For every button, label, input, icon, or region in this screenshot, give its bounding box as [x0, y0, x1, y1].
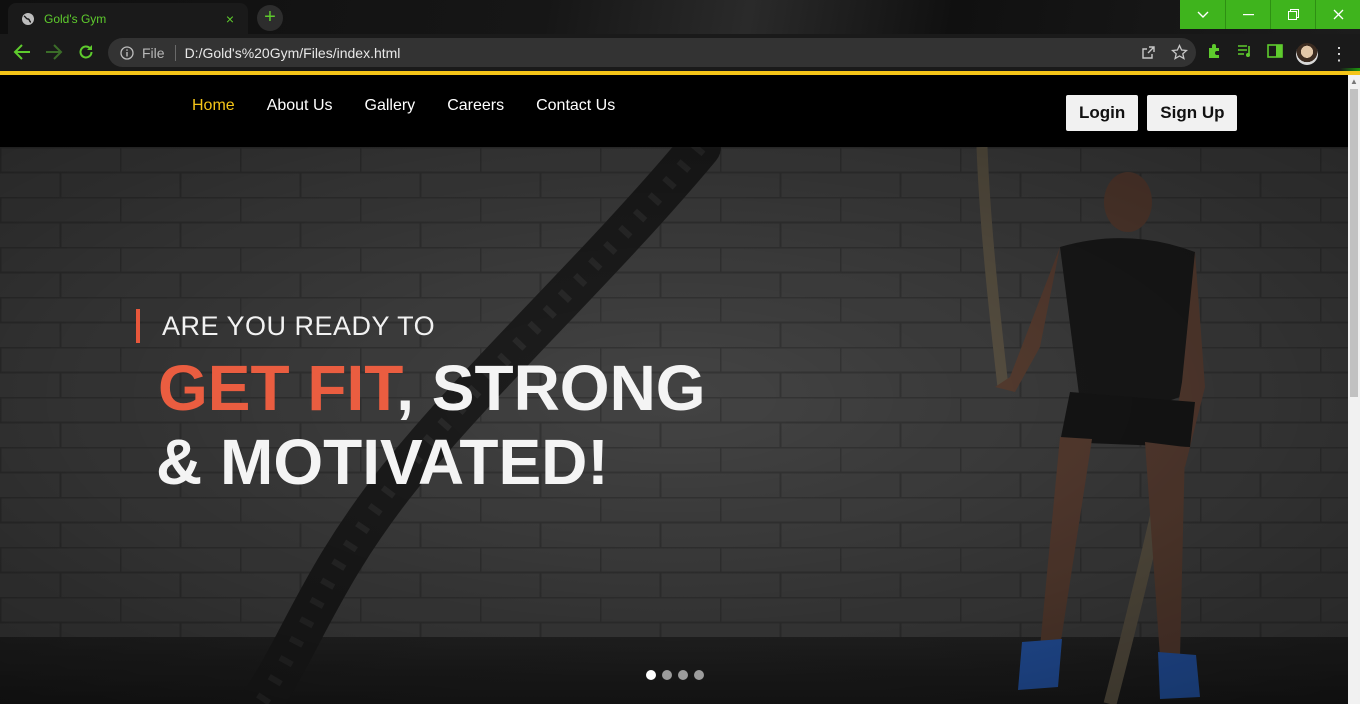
signup-button[interactable]: Sign Up — [1147, 95, 1238, 131]
side-panel-icon[interactable] — [1266, 42, 1284, 65]
auth-buttons: Login Sign Up — [1066, 95, 1238, 131]
media-control-icon[interactable] — [1236, 42, 1254, 65]
share-icon[interactable] — [1140, 44, 1157, 66]
tab-close-icon[interactable]: × — [222, 11, 238, 27]
bookmark-star-icon[interactable] — [1170, 43, 1189, 66]
browser-toolbar: File D:/Gold's%20Gym/Files/index.html ⋮ — [0, 34, 1360, 105]
extension-area: ⋮ — [1206, 42, 1348, 65]
back-icon[interactable] — [12, 42, 32, 62]
nav-contact-us[interactable]: Contact Us — [536, 97, 615, 115]
forward-icon[interactable] — [44, 42, 64, 62]
info-icon[interactable] — [120, 45, 134, 60]
url-scheme-label: File — [142, 44, 165, 61]
window-controls — [1180, 0, 1360, 29]
nav-gallery[interactable]: Gallery — [365, 97, 416, 115]
restore-icon[interactable] — [1270, 0, 1315, 29]
scroll-up-arrow-icon[interactable]: ▲ — [1348, 75, 1360, 89]
slide-dot-4[interactable] — [694, 670, 704, 680]
nav-about-us[interactable]: About Us — [267, 97, 333, 115]
hero-title-line-1: GET FIT, STRONG — [158, 351, 706, 425]
tab-search-icon[interactable] — [1180, 0, 1225, 29]
browser-tab[interactable]: Gold's Gym × — [8, 3, 248, 34]
tab-title: Gold's Gym — [44, 11, 107, 26]
profile-avatar-icon[interactable] — [1296, 42, 1318, 65]
login-button[interactable]: Login — [1066, 95, 1139, 131]
minimize-icon[interactable] — [1225, 0, 1270, 29]
hero-accent-bar — [136, 309, 140, 343]
main-nav: Home About Us Gallery Careers Contact Us — [192, 97, 615, 115]
nav-home[interactable]: Home — [192, 97, 235, 115]
reload-icon[interactable] — [76, 42, 96, 62]
page-scrollbar[interactable]: ▲ — [1348, 75, 1360, 704]
hero-slider: ARE YOU READY TO GET FIT, STRONG & MOTIV… — [0, 147, 1348, 704]
new-tab-button[interactable]: + — [257, 5, 283, 31]
hero-title-rest: , STRONG — [396, 352, 706, 424]
url-text[interactable]: D:/Gold's%20Gym/Files/index.html — [185, 45, 401, 61]
hero-kicker: ARE YOU READY TO — [162, 311, 436, 341]
url-separator — [174, 44, 176, 61]
slide-dot-3[interactable] — [678, 670, 688, 680]
menu-icon[interactable]: ⋮ — [1330, 45, 1348, 63]
window-close-icon[interactable] — [1315, 0, 1360, 29]
nav-careers[interactable]: Careers — [447, 97, 504, 115]
slider-indicators — [646, 670, 704, 680]
globe-icon — [20, 11, 36, 27]
slide-dot-2[interactable] — [662, 670, 672, 680]
address-bar[interactable]: File D:/Gold's%20Gym/Files/index.html — [108, 38, 1196, 67]
site-header: Home About Us Gallery Careers Contact Us… — [0, 75, 1348, 147]
hero-highlight: GET FIT — [158, 352, 397, 424]
slide-dot-1[interactable] — [646, 670, 656, 680]
extensions-icon[interactable] — [1206, 42, 1224, 65]
hero-title-line-2: & MOTIVATED! — [156, 426, 609, 498]
scroll-thumb[interactable] — [1350, 89, 1358, 397]
browser-tab-strip: Gold's Gym × + — [0, 0, 1360, 34]
